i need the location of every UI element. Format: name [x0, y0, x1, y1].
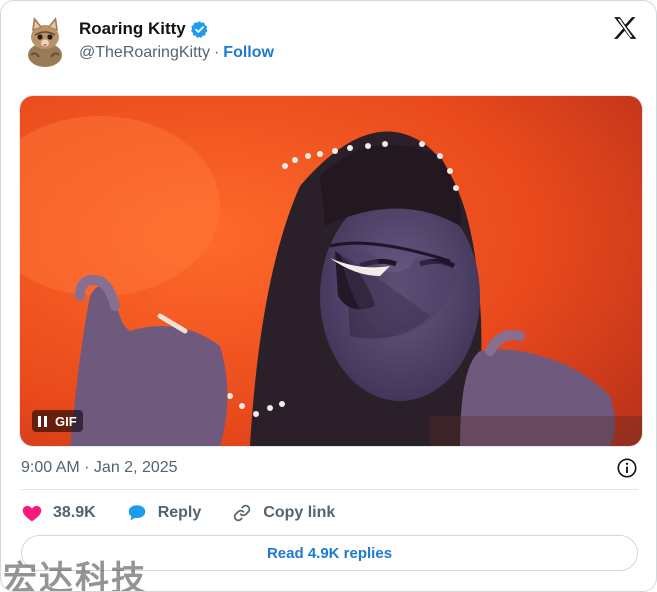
author-handle-line: @TheRoaringKitty · Follow: [79, 44, 274, 62]
watermark-text: 宏达科技: [3, 559, 147, 592]
author-handle[interactable]: @TheRoaringKitty: [79, 44, 210, 62]
x-logo-icon[interactable]: [612, 15, 638, 41]
info-icon[interactable]: [616, 457, 638, 479]
tweet-header: Roaring Kitty @TheRoaringKitty · Follow: [21, 15, 638, 71]
likes-count: 38.9K: [53, 504, 96, 521]
kitten-avatar-icon[interactable]: [21, 15, 69, 67]
pause-icon[interactable]: [38, 415, 47, 427]
tweet-card: Roaring Kitty @TheRoaringKitty · Follow: [0, 0, 657, 592]
link-icon: [234, 504, 251, 522]
like-button[interactable]: 38.9K: [21, 502, 96, 524]
tweet-meta: 9:00 AM · Jan 2, 2025: [21, 457, 638, 479]
author-name-line: Roaring Kitty: [79, 19, 209, 39]
action-bar: 38.9K Reply Copy link: [21, 499, 638, 527]
reply-button[interactable]: Reply: [126, 502, 202, 524]
reply-bubble-icon: [128, 505, 145, 521]
copy-link-button[interactable]: Copy link: [231, 502, 335, 524]
copy-link-label: Copy link: [263, 504, 336, 521]
author-name[interactable]: Roaring Kitty: [79, 19, 186, 39]
reply-label: Reply: [157, 504, 202, 521]
heart-icon: [22, 505, 42, 522]
gif-badge: GIF: [55, 413, 77, 429]
gif-frame-image: [20, 96, 642, 446]
divider: [21, 489, 638, 490]
separator-dot: ·: [213, 44, 220, 61]
timestamp-link[interactable]: 9:00 AM · Jan 2, 2025: [21, 459, 178, 477]
gif-media[interactable]: GIF: [19, 95, 643, 447]
follow-link[interactable]: Follow: [223, 44, 274, 62]
verified-badge-icon: [190, 20, 209, 39]
gif-controls[interactable]: GIF: [32, 410, 83, 432]
